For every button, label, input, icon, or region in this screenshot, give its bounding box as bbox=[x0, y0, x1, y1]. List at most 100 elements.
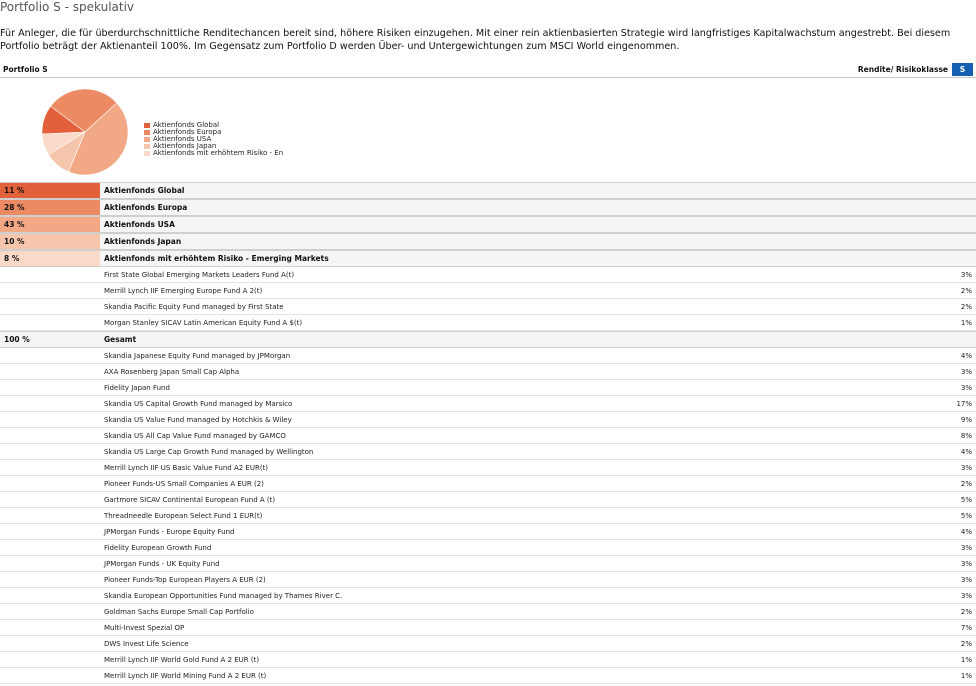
fund-row: DWS Invest Life Science 2% bbox=[0, 636, 976, 652]
fund-row: Skandia European Opportunities Fund mana… bbox=[0, 588, 976, 604]
fund-row: Morgan Stanley SICAV Latin American Equi… bbox=[0, 315, 976, 331]
fund-percent: 9% bbox=[960, 416, 972, 424]
fund-row: Skandia US Value Fund managed by Hotchki… bbox=[0, 412, 976, 428]
category-row-global: 11 % Aktienfonds Global bbox=[0, 182, 976, 199]
header-divider bbox=[0, 77, 976, 78]
legend-swatch bbox=[144, 144, 150, 149]
fund-name: JPMorgan Funds - UK Equity Fund bbox=[104, 560, 220, 568]
fund-name: Skandia Pacific Equity Fund managed by F… bbox=[104, 303, 284, 311]
fund-name: Goldman Sachs Europe Small Cap Portfolio bbox=[104, 608, 254, 616]
category-name: Aktienfonds mit erhöhtem Risiko - Emergi… bbox=[104, 254, 329, 263]
fund-percent: 3% bbox=[960, 560, 972, 568]
legend-swatch bbox=[144, 151, 150, 156]
fund-percent: 3% bbox=[960, 544, 972, 552]
category-percent: 11 % bbox=[0, 183, 100, 198]
total-percent: 100 % bbox=[4, 335, 30, 344]
fund-percent: 1% bbox=[960, 319, 972, 327]
legend-swatch bbox=[144, 137, 150, 142]
fund-name: Fidelity European Growth Fund bbox=[104, 544, 212, 552]
fund-name: JPMorgan Funds - Europe Equity Fund bbox=[104, 528, 235, 536]
fund-percent: 3% bbox=[960, 271, 972, 279]
fund-percent: 3% bbox=[960, 464, 972, 472]
fund-row: JPMorgan Funds - UK Equity Fund 3% bbox=[0, 556, 976, 572]
fund-row: Multi-Invest Spezial OP 7% bbox=[0, 620, 976, 636]
fund-name: Morgan Stanley SICAV Latin American Equi… bbox=[104, 319, 303, 327]
fund-row: Threadneedle European Select Fund 1 EUR(… bbox=[0, 508, 976, 524]
legend-swatch bbox=[144, 123, 150, 128]
fund-name: Pioneer Funds-US Small Companies A EUR (… bbox=[104, 480, 264, 488]
fund-row: Skandia Japanese Equity Fund managed by … bbox=[0, 348, 976, 364]
fund-percent: 5% bbox=[960, 512, 972, 520]
fund-name: Skandia US Large Cap Growth Fund managed… bbox=[104, 448, 314, 456]
fund-percent: 3% bbox=[960, 576, 972, 584]
total-row: 100 % Gesamt bbox=[0, 331, 976, 348]
fund-row: Skandia US Capital Growth Fund managed b… bbox=[0, 396, 976, 412]
category-row-europa: 28 % Aktienfonds Europa bbox=[0, 199, 976, 216]
fund-name: Skandia Japanese Equity Fund managed by … bbox=[104, 352, 291, 360]
legend-item-emerging: Aktienfonds mit erhöhtem Risiko - En bbox=[144, 150, 283, 157]
fund-row: Gartmore SICAV Continental European Fund… bbox=[0, 492, 976, 508]
fund-percent: 4% bbox=[960, 352, 972, 360]
fund-name: Skandia US All Cap Value Fund managed by… bbox=[104, 432, 286, 440]
fund-percent: 7% bbox=[960, 624, 972, 632]
fund-name: Multi-Invest Spezial OP bbox=[104, 624, 185, 632]
fund-row: Merrill Lynch IIF World Gold Fund A 2 EU… bbox=[0, 652, 976, 668]
fund-percent: 17% bbox=[956, 400, 972, 408]
fund-row: Skandia US Large Cap Growth Fund managed… bbox=[0, 444, 976, 460]
fund-name: Merrill Lynch IIF Emerging Europe Fund A… bbox=[104, 287, 263, 295]
category-percent: 43 % bbox=[0, 217, 100, 232]
fund-percent: 8% bbox=[960, 432, 972, 440]
portfolio-label: Portfolio S bbox=[3, 65, 48, 74]
fund-row: Skandia US All Cap Value Fund managed by… bbox=[0, 428, 976, 444]
fund-name: Gartmore SICAV Continental European Fund… bbox=[104, 496, 276, 504]
allocation-table: 11 % Aktienfonds Global 28 % Aktienfonds… bbox=[0, 182, 976, 684]
total-label: Gesamt bbox=[104, 335, 137, 344]
fund-percent: 5% bbox=[960, 496, 972, 504]
fund-name: Skandia European Opportunities Fund mana… bbox=[104, 592, 343, 600]
category-row-emerging: 8 % Aktienfonds mit erhöhtem Risiko - Em… bbox=[0, 250, 976, 267]
fund-name: Pioneer Funds-Top European Players A EUR… bbox=[104, 576, 266, 584]
fund-percent: 2% bbox=[960, 608, 972, 616]
fund-row: Merrill Lynch IIF Emerging Europe Fund A… bbox=[0, 283, 976, 299]
fund-row: Fidelity European Growth Fund 3% bbox=[0, 540, 976, 556]
fund-row: AXA Rosenberg Japan Small Cap Alpha 3% bbox=[0, 364, 976, 380]
fund-percent: 3% bbox=[960, 368, 972, 376]
page-title: Portfolio S - spekulativ bbox=[0, 0, 135, 14]
fund-row: Merrill Lynch IIF World Mining Fund A 2 … bbox=[0, 668, 976, 684]
fund-percent: 2% bbox=[960, 303, 972, 311]
fund-percent: 2% bbox=[960, 287, 972, 295]
risk-class-badge: S bbox=[952, 63, 973, 76]
fund-percent: 1% bbox=[960, 672, 972, 680]
category-percent: 10 % bbox=[0, 234, 100, 249]
legend-swatch bbox=[144, 130, 150, 135]
fund-name: Merrill Lynch IIF World Mining Fund A 2 … bbox=[104, 672, 267, 680]
fund-name: DWS Invest Life Science bbox=[104, 640, 189, 648]
fund-row: Pioneer Funds-Top European Players A EUR… bbox=[0, 572, 976, 588]
fund-name: AXA Rosenberg Japan Small Cap Alpha bbox=[104, 368, 240, 376]
fund-percent: 3% bbox=[960, 384, 972, 392]
fund-name: Fidelity Japan Fund bbox=[104, 384, 170, 392]
allocation-pie-chart bbox=[41, 88, 129, 176]
fund-row: Merrill Lynch IIF US Basic Value Fund A2… bbox=[0, 460, 976, 476]
fund-row: Fidelity Japan Fund 3% bbox=[0, 380, 976, 396]
category-name: Aktienfonds Japan bbox=[104, 237, 182, 246]
category-row-japan: 10 % Aktienfonds Japan bbox=[0, 233, 976, 250]
fund-name: Skandia US Value Fund managed by Hotchki… bbox=[104, 416, 292, 424]
category-row-usa: 43 % Aktienfonds USA bbox=[0, 216, 976, 233]
fund-name: Merrill Lynch IIF World Gold Fund A 2 EU… bbox=[104, 656, 260, 664]
risk-class-label: Rendite/ Risikoklasse bbox=[857, 65, 948, 74]
fund-name: Threadneedle European Select Fund 1 EUR(… bbox=[104, 512, 263, 520]
fund-percent: 4% bbox=[960, 448, 972, 456]
fund-row: Skandia Pacific Equity Fund managed by F… bbox=[0, 299, 976, 315]
fund-percent: 2% bbox=[960, 480, 972, 488]
category-percent: 28 % bbox=[0, 200, 100, 215]
category-percent: 8 % bbox=[0, 251, 100, 266]
pie-legend: Aktienfonds Global Aktienfonds Europa Ak… bbox=[144, 122, 283, 157]
category-name: Aktienfonds Global bbox=[104, 186, 185, 195]
fund-name: Merrill Lynch IIF US Basic Value Fund A2… bbox=[104, 464, 269, 472]
legend-label: Aktienfonds mit erhöhtem Risiko - En bbox=[153, 149, 284, 157]
category-name: Aktienfonds USA bbox=[104, 220, 175, 229]
fund-name: First State Global Emerging Markets Lead… bbox=[104, 271, 295, 279]
fund-row: Pioneer Funds-US Small Companies A EUR (… bbox=[0, 476, 976, 492]
fund-row: JPMorgan Funds - Europe Equity Fund 4% bbox=[0, 524, 976, 540]
